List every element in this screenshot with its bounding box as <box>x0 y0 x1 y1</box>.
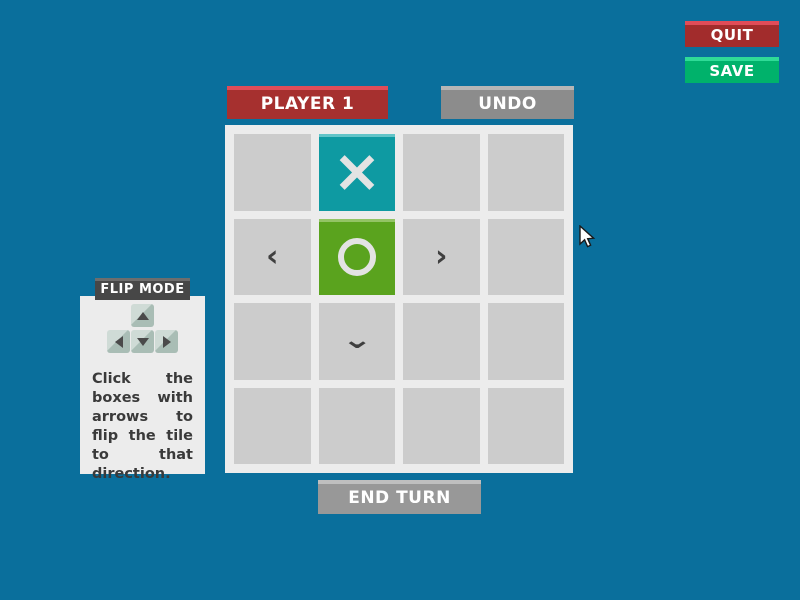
mouse-cursor-icon <box>579 225 596 248</box>
board-cell-empty[interactable] <box>234 134 311 211</box>
save-button-label: SAVE <box>709 62 755 80</box>
flip-mode-title-label: FLIP MODE <box>100 281 185 297</box>
x-mark-icon <box>336 151 378 193</box>
chevron-down-icon: ⌄ <box>341 326 373 356</box>
board-cell-flip-right[interactable]: › <box>403 218 480 295</box>
flip-mode-panel: FLIP MODE Click the boxes with arrows to… <box>80 278 205 482</box>
board-cell-o-tile[interactable] <box>318 218 395 295</box>
board-cell-empty[interactable] <box>318 387 395 464</box>
board-cell-empty[interactable] <box>403 134 480 211</box>
board-cell-empty[interactable] <box>487 134 564 211</box>
board-cell-empty[interactable] <box>487 387 564 464</box>
dpad-up-key-icon <box>131 304 154 327</box>
game-screen: QUIT SAVE PLAYER 1 UNDO ‹ › ⌄ END TURN FLI… <box>0 0 800 600</box>
up-arrow-icon <box>136 311 149 320</box>
game-board: ‹ › ⌄ <box>225 125 573 473</box>
quit-button-label: QUIT <box>710 26 754 44</box>
dpad-left-key-icon <box>107 330 130 353</box>
undo-button-label: UNDO <box>478 93 537 114</box>
save-button-highlight <box>685 57 779 61</box>
save-button[interactable]: SAVE <box>685 57 779 83</box>
chevron-left-icon: ‹ <box>266 238 279 274</box>
flip-mode-title-bar: FLIP MODE <box>95 278 190 300</box>
left-arrow-icon <box>114 335 123 348</box>
quit-button[interactable]: QUIT <box>685 21 779 47</box>
player-indicator-label: PLAYER 1 <box>260 93 355 114</box>
board-cell-flip-left[interactable]: ‹ <box>234 218 311 295</box>
dpad-icon <box>80 304 205 360</box>
board-cell-empty[interactable] <box>403 303 480 380</box>
tile-highlight <box>318 218 395 222</box>
dpad-right-key-icon <box>155 330 178 353</box>
end-turn-button-highlight <box>318 480 481 484</box>
flip-mode-instructions: Click the boxes with arrows to flip the … <box>92 371 193 482</box>
player-indicator-highlight <box>227 86 388 90</box>
dpad-down-key-icon <box>131 330 154 353</box>
tile-highlight <box>318 134 395 137</box>
chevron-right-icon: › <box>435 238 448 274</box>
player-turn-indicator: PLAYER 1 <box>227 86 388 119</box>
end-turn-button-label: END TURN <box>348 488 451 508</box>
end-turn-button[interactable]: END TURN <box>318 480 481 514</box>
o-mark-icon <box>337 237 376 276</box>
undo-button-highlight <box>441 86 574 90</box>
down-arrow-icon <box>136 337 149 346</box>
flip-mode-title-highlight <box>95 278 190 281</box>
board-cell-empty[interactable] <box>487 303 564 380</box>
board-cell-empty[interactable] <box>403 387 480 464</box>
quit-button-highlight <box>685 21 779 25</box>
right-arrow-icon <box>162 335 171 348</box>
undo-button[interactable]: UNDO <box>441 86 574 119</box>
board-cell-empty[interactable] <box>234 387 311 464</box>
board-cell-flip-down[interactable]: ⌄ <box>318 303 395 380</box>
board-cell-x-tile[interactable] <box>318 134 395 211</box>
board-cell-empty[interactable] <box>234 303 311 380</box>
board-cell-empty[interactable] <box>487 218 564 295</box>
